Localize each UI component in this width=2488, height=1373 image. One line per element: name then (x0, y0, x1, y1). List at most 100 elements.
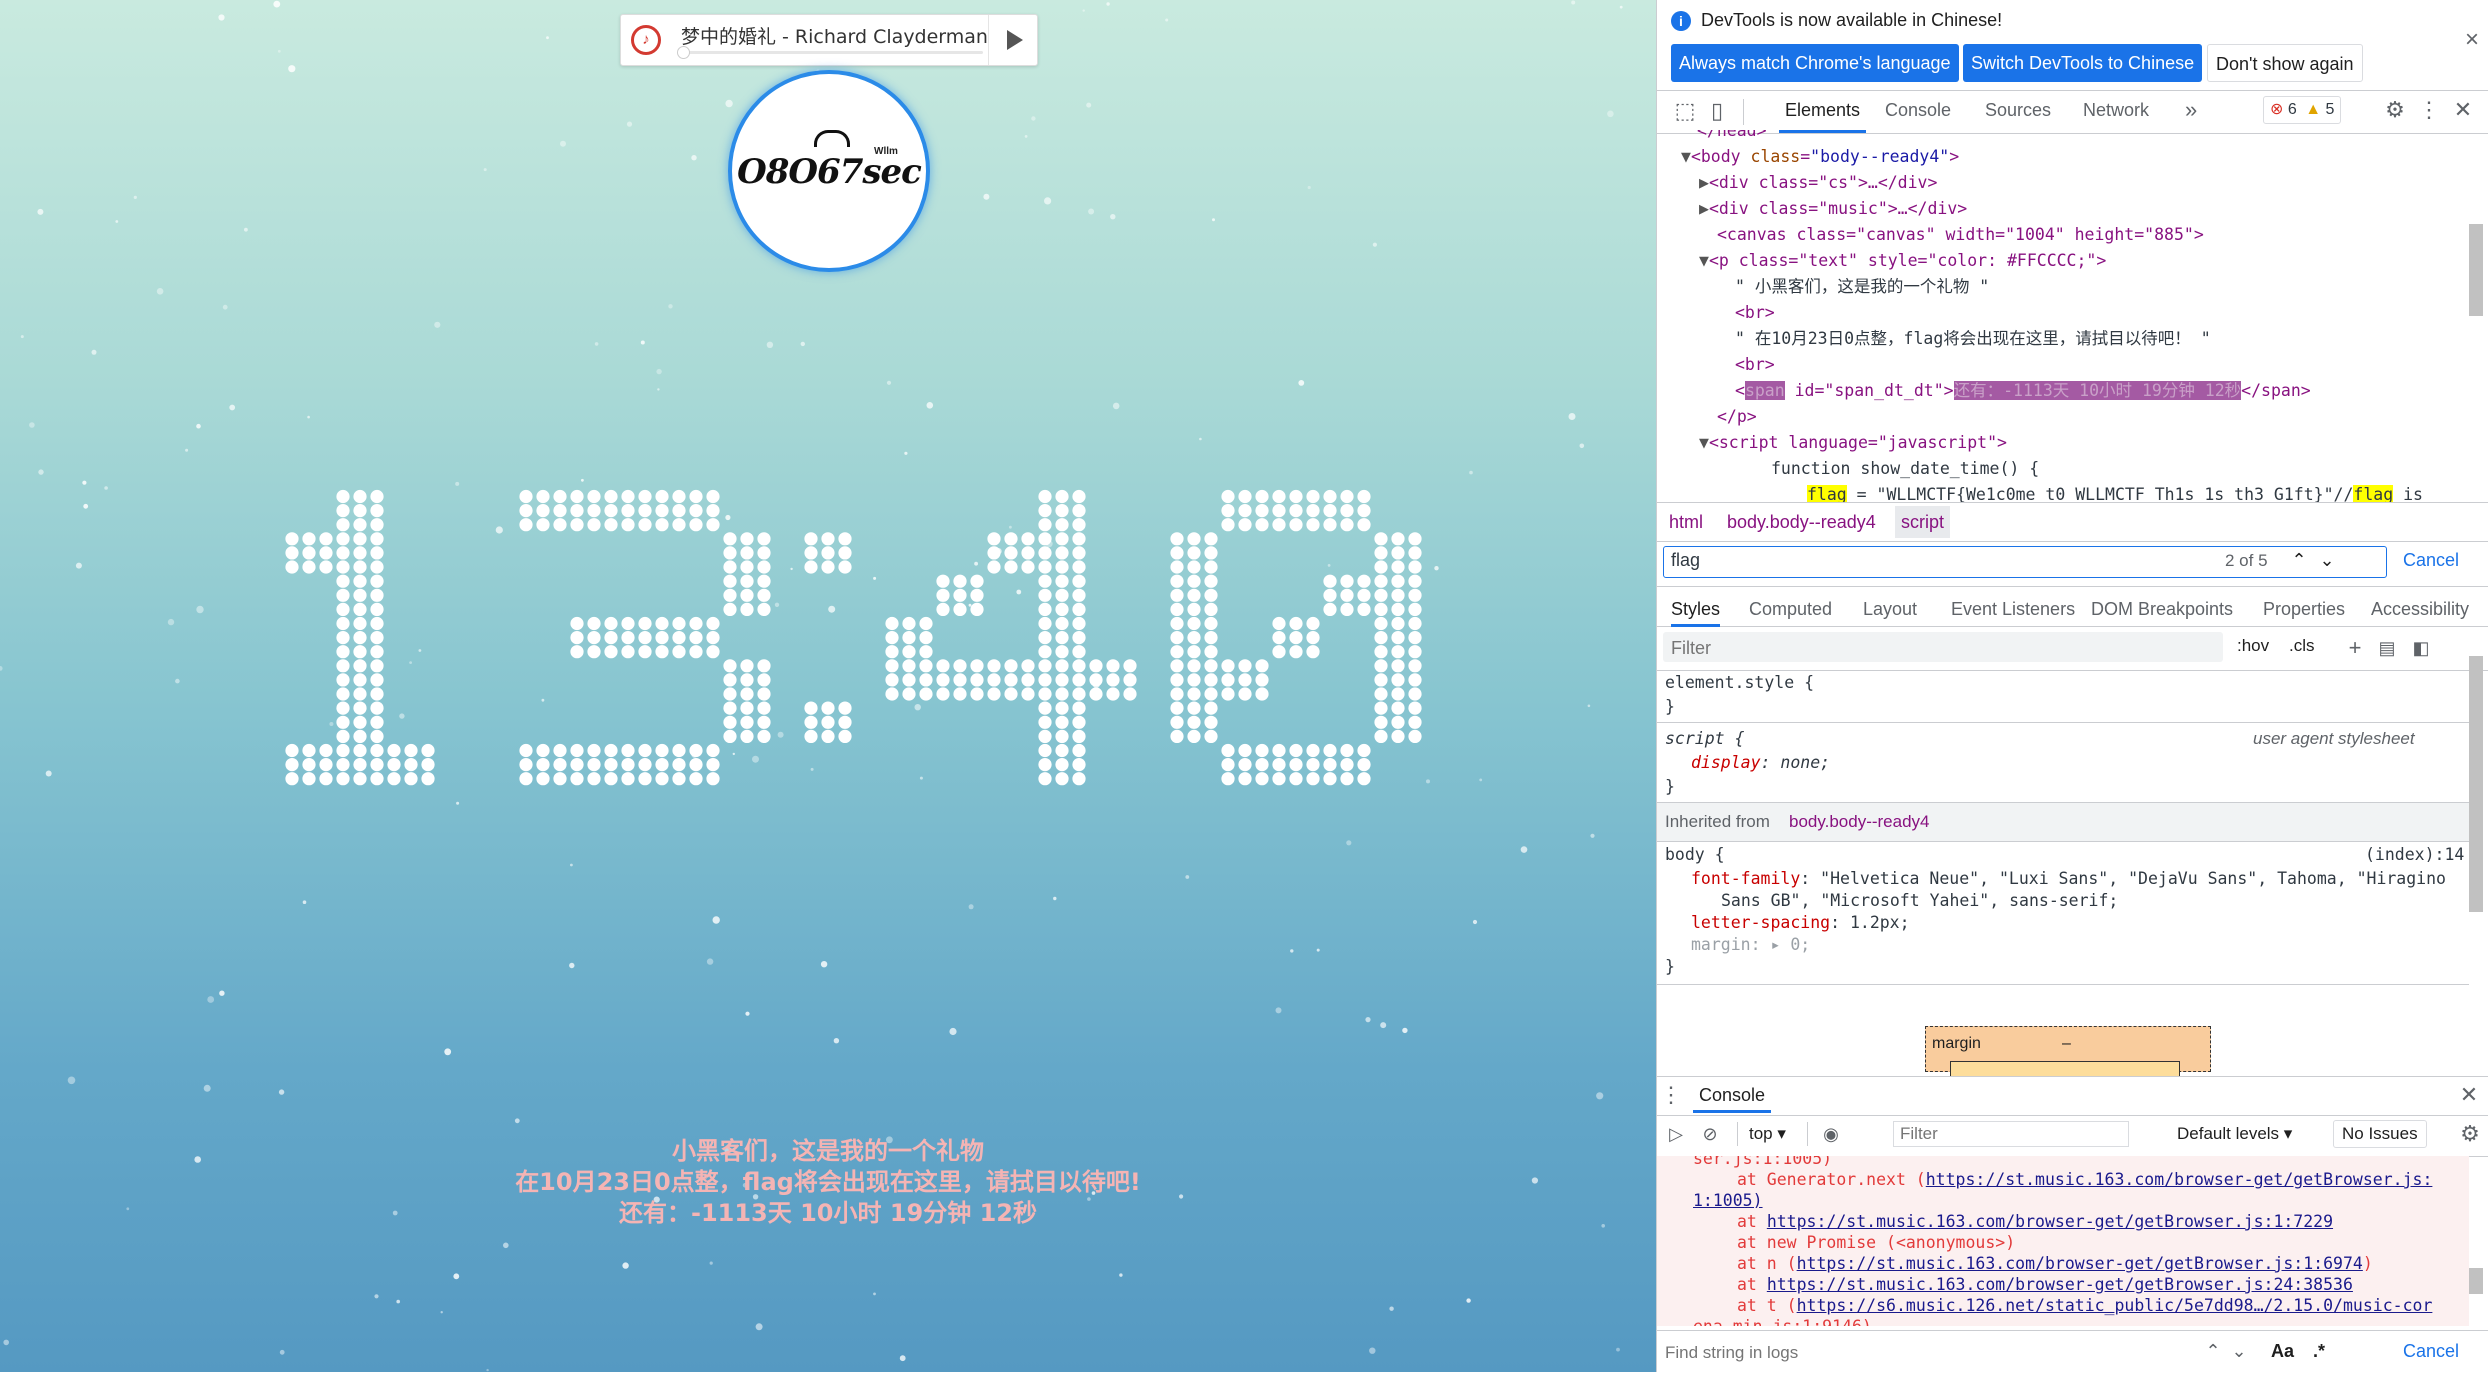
search-input[interactable]: flag (1671, 550, 1700, 571)
issues-counter[interactable]: ⊗ 6 ▲ 5 (2263, 96, 2342, 124)
clock-dot (1072, 588, 1086, 602)
breadcrumb-script[interactable]: script (1895, 506, 1951, 538)
switch-chinese-button[interactable]: Switch DevTools to Chinese (1963, 44, 2203, 82)
chevron-up-icon[interactable]: ⌃ (2287, 546, 2311, 574)
stack-link[interactable]: https://st.music.163.com/browser-get/get… (1767, 1212, 2333, 1231)
sidebar-toggle-icon[interactable]: ◧ (2409, 634, 2433, 662)
chevron-down-icon[interactable]: ⌄ (2315, 546, 2339, 574)
tree-line[interactable]: flag = "WLLMCTF{We1c0me_t0_WLLMCTF_Th1s_… (1807, 482, 2423, 502)
tree-scrollbar[interactable] (2469, 224, 2483, 316)
console-messages[interactable]: ser.js:1:1005) at Generator.next (https:… (1657, 1156, 2469, 1326)
tab-drawer-console[interactable]: Console (1693, 1077, 1772, 1113)
stack-link[interactable]: https://st.music.163.com/browser-get/get… (1797, 1254, 2363, 1273)
tab-event-listeners[interactable]: Event Listeners (1951, 594, 2075, 624)
cls-toggle[interactable]: .cls (2289, 636, 2315, 656)
tree-line[interactable]: ▶<div class="music">…</div> (1699, 196, 1967, 222)
stack-link[interactable]: https://st.music.163.com/browser-get/get… (1767, 1275, 2353, 1294)
styles-scrollbar[interactable] (2469, 656, 2483, 912)
eye-icon[interactable]: ◉ (1817, 1120, 1845, 1148)
tab-elements[interactable]: Elements (1779, 90, 1867, 133)
stack-link[interactable]: https://s6.music.126.net/static_public/5… (1797, 1296, 2433, 1315)
chevron-up-icon[interactable]: ⌃ (2201, 1337, 2225, 1365)
clock-dot (1221, 504, 1235, 518)
match-language-button[interactable]: Always match Chrome's language (1671, 44, 1959, 82)
inherited-from-link[interactable]: body.body--ready4 (1789, 812, 1930, 832)
tree-line[interactable]: " 在10月23日0点整，flag将会出现在这里，请拭目以待吧！ " (1735, 326, 2211, 352)
issues-button[interactable]: No Issues (2333, 1120, 2427, 1148)
more-tabs-icon[interactable]: » (2185, 90, 2197, 130)
log-levels-dropdown[interactable]: Default levels ▾ (2177, 1124, 2292, 1144)
clear-console-icon[interactable]: ⊘ (1697, 1120, 1723, 1148)
script-display-decl[interactable]: display: none; (1691, 752, 1830, 774)
tab-layout[interactable]: Layout (1863, 594, 1917, 624)
tree-line[interactable]: ▼<p class="text" style="color: #FFCCCC;"… (1699, 248, 2106, 274)
clock-dot (1055, 673, 1069, 687)
rule-source-link[interactable]: (index):14 (2365, 844, 2464, 866)
clock-dot (1089, 673, 1103, 687)
clock-dot (370, 743, 384, 758)
kebab-menu-icon[interactable]: ⋮ (2415, 96, 2443, 124)
paint-brush-icon[interactable]: ▤ (2375, 634, 2399, 662)
close-banner-icon[interactable]: × (2465, 26, 2479, 54)
tree-line[interactable]: <br> (1735, 300, 1775, 326)
close-devtools-icon[interactable]: ✕ (2449, 96, 2477, 124)
sidebar-show-icon[interactable]: ▷ (1663, 1120, 1689, 1148)
tree-line[interactable]: <span id="span_dt_dt">还有：-1113天 10小时 19分… (1735, 378, 2311, 404)
tab-computed[interactable]: Computed (1749, 594, 1832, 624)
font-family-decl[interactable]: font-family: "Helvetica Neue", "Luxi San… (1691, 868, 2446, 890)
console-filter-input[interactable] (1893, 1121, 2129, 1147)
new-rule-icon[interactable]: + (2343, 634, 2367, 662)
match-case-toggle[interactable]: Aa (2271, 1341, 2294, 1362)
device-toggle-icon[interactable]: ▯ (1703, 97, 1731, 125)
tab-styles[interactable]: Styles (1671, 594, 1721, 627)
stack-link[interactable]: https://st.music.163.com/browser-get/get… (1926, 1170, 2433, 1189)
script-rule-selector[interactable]: script { (1665, 728, 1744, 750)
tab-dom-breakpoints[interactable]: DOM Breakpoints (2091, 594, 2233, 624)
tree-line[interactable]: ▶<div class="cs">…</div> (1699, 170, 1937, 196)
find-cancel-button[interactable]: Cancel (2403, 1341, 2459, 1362)
box-model-margin[interactable]: margin – (1925, 1026, 2211, 1076)
tree-line[interactable]: " 小黑客们，这是我的一个礼物 " (1735, 274, 1989, 300)
clock-dot (1038, 574, 1052, 588)
tree-line[interactable]: ▼<script language="javascript"> (1699, 430, 2007, 456)
tree-line[interactable]: </head> (1697, 130, 1767, 144)
drawer-menu-icon[interactable]: ⋮ (1659, 1081, 1683, 1109)
hov-toggle[interactable]: :hov (2237, 636, 2269, 656)
search-cancel-button[interactable]: Cancel (2403, 550, 2459, 571)
tab-network[interactable]: Network (2083, 90, 2149, 130)
clock-dot (936, 602, 950, 617)
tree-line[interactable]: </p> (1717, 404, 1757, 430)
tree-line[interactable]: ▼<body class="body--ready4"> (1681, 144, 1959, 170)
find-in-logs-input[interactable] (1663, 1337, 2207, 1369)
clock-dot (302, 743, 316, 758)
body-rule-selector[interactable]: body { (1665, 844, 1725, 866)
console-scrollbar[interactable] (2469, 1268, 2483, 1294)
tree-line[interactable]: <canvas class="canvas" width="1004" heig… (1717, 222, 2204, 248)
clock-dot (1323, 743, 1337, 758)
chevron-down-icon[interactable]: ⌄ (2227, 1337, 2251, 1365)
inspect-icon[interactable]: ⬚ (1671, 97, 1699, 125)
stack-link[interactable]: 1:1005) (1693, 1191, 1763, 1210)
tab-sources[interactable]: Sources (1985, 90, 2051, 130)
tab-console[interactable]: Console (1885, 90, 1951, 130)
console-settings-gear-icon[interactable]: ⚙ (2457, 1120, 2483, 1148)
clock-dot (1306, 631, 1320, 645)
tab-accessibility[interactable]: Accessibility (2371, 594, 2469, 624)
tree-line[interactable]: <br> (1735, 352, 1775, 378)
styles-filter-input[interactable] (1669, 635, 2213, 661)
settings-gear-icon[interactable]: ⚙ (2381, 96, 2409, 124)
clock-dot (1272, 518, 1286, 532)
breadcrumb-body[interactable]: body.body--ready4 (1727, 506, 1876, 538)
breadcrumb-html[interactable]: html (1669, 506, 1703, 538)
dom-tree[interactable]: </head> ▼<body class="body--ready4"> ▶<d… (1657, 130, 2465, 502)
tab-properties[interactable]: Properties (2263, 594, 2345, 624)
regex-toggle[interactable]: .* (2313, 1341, 2325, 1362)
context-selector[interactable]: top ▾ (1749, 1124, 1786, 1144)
tree-line[interactable]: function show_date_time() { (1771, 456, 2039, 482)
dont-show-button[interactable]: Don't show again (2207, 44, 2363, 82)
margin-decl[interactable]: margin: ▸ 0; (1691, 934, 1810, 956)
close-drawer-icon[interactable]: ✕ (2457, 1081, 2481, 1109)
letter-spacing-decl[interactable]: letter-spacing: 1.2px; (1691, 912, 1910, 934)
element-style-rule[interactable]: element.style { (1665, 672, 1814, 694)
countdown-text: 还有：-1113天 10小时 19分钟 12秒 (618, 1199, 1038, 1227)
